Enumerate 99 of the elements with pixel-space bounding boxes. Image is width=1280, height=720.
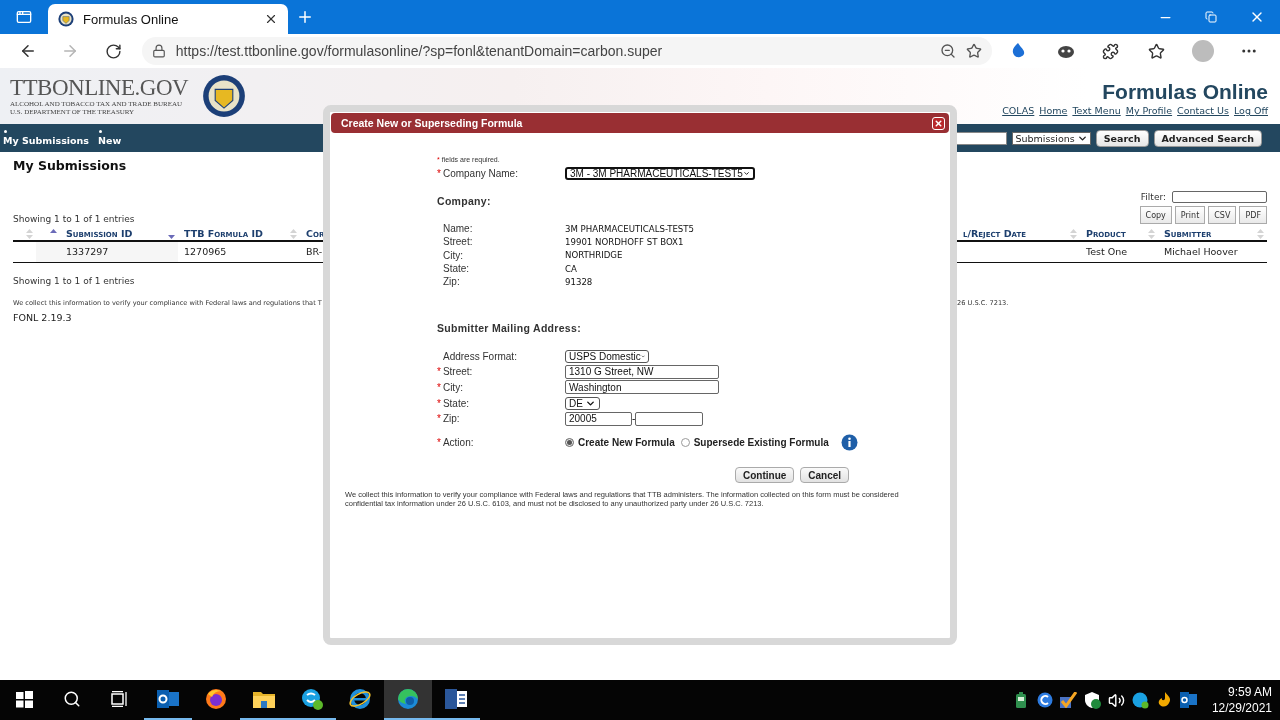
dropdown[interactable]: USPS Domestic xyxy=(565,349,649,363)
dialog-title: Create New or Superseding Formula xyxy=(341,117,523,129)
table-cell xyxy=(13,241,36,262)
clock-time: 9:59 AM xyxy=(1227,684,1272,700)
field-value: 91328 xyxy=(565,276,594,287)
bullet-icon xyxy=(4,130,7,133)
field-label: * City: xyxy=(437,381,464,393)
required-mark: * xyxy=(437,381,441,393)
tab-title: Formulas Online xyxy=(83,11,180,27)
export-button[interactable]: PDF xyxy=(1239,206,1267,224)
filter-label: Filter: xyxy=(1140,192,1166,202)
field-value: 19901 NORDHOFF ST BOX1 xyxy=(565,236,685,247)
filter-field[interactable] xyxy=(1172,191,1267,203)
mail-app-icon[interactable] xyxy=(1179,691,1198,709)
site-title: Formulas Online xyxy=(1102,80,1268,104)
export-button[interactable]: CSV xyxy=(1208,206,1237,224)
header-link[interactable]: COLAS xyxy=(1002,105,1035,116)
seal-icon xyxy=(202,74,247,118)
table-cell: 1337297 xyxy=(60,241,178,262)
field-label: * Action: xyxy=(437,436,475,448)
ie-icon[interactable] xyxy=(348,688,372,710)
required-mark: * xyxy=(437,366,441,378)
field-label: * Street: xyxy=(437,366,474,378)
header-link[interactable]: Home xyxy=(1039,105,1068,116)
address-bar[interactable]: https://test.ttbonline.gov/formulasonline/?sp=fonl&tenantDomain=carbon.super xyxy=(141,37,993,65)
browser-tab[interactable]: Formulas Online xyxy=(48,4,288,34)
search-button[interactable]: Advanced Search xyxy=(1153,129,1262,147)
field-label: Name: xyxy=(442,223,474,235)
radio-button[interactable] xyxy=(680,437,690,447)
firefox-icon[interactable] xyxy=(205,688,227,710)
field-label: * Company Name: xyxy=(437,167,519,179)
export-button[interactable]: Copy xyxy=(1139,206,1172,224)
header-link[interactable]: Contact Us xyxy=(1177,105,1229,116)
export-button[interactable]: Print xyxy=(1174,206,1206,224)
skype-icon[interactable] xyxy=(1131,691,1150,709)
close-icon[interactable] xyxy=(264,12,278,26)
site-logo[interactable]: TTBONLINE.GOV xyxy=(10,76,189,100)
zip-extension-field[interactable] xyxy=(635,411,704,426)
lock-icon xyxy=(151,44,166,58)
close-icon xyxy=(934,118,943,128)
nav-link[interactable]: My Submissions xyxy=(3,135,90,146)
version-label: FONL 2.19.3 xyxy=(13,311,73,323)
input-field[interactable]: 1310 G Street, NW xyxy=(565,364,719,379)
skype-icon[interactable] xyxy=(301,688,323,710)
star-icon[interactable] xyxy=(966,43,983,59)
folder-icon[interactable] xyxy=(253,690,275,708)
word-icon[interactable] xyxy=(445,689,467,709)
field-value: 3M PHARMACEUTICALS-TEST5 xyxy=(565,223,696,234)
dialog-button[interactable]: Cancel xyxy=(800,467,850,484)
edge-icon[interactable] xyxy=(397,688,419,710)
scope-select[interactable]: Submissions xyxy=(1012,131,1091,145)
field-label: Street: xyxy=(442,236,474,248)
radio-option[interactable]: Supersede Existing Formula xyxy=(680,436,829,448)
bullet-icon xyxy=(99,130,103,133)
required-mark: * xyxy=(437,413,441,425)
dropdown[interactable]: DE xyxy=(565,396,600,410)
taskbar-app[interactable] xyxy=(384,680,432,720)
required-mark: * xyxy=(437,167,441,179)
zip-field[interactable]: 20005 xyxy=(565,411,632,426)
input-field[interactable]: Washington xyxy=(565,380,719,395)
table-cell: Test One xyxy=(1080,241,1158,262)
entries-info: Showing 1 to 1 of 1 entries xyxy=(13,275,135,286)
section-heading: Submitter Mailing Address: xyxy=(437,322,582,335)
header-link[interactable]: Text Menu xyxy=(1072,105,1121,116)
checkmark-icon[interactable] xyxy=(1059,691,1078,709)
field-value: NORTHRIDGE xyxy=(565,250,624,261)
clock-date: 12/29/2021 xyxy=(1211,700,1272,716)
zoom-out-icon[interactable] xyxy=(940,43,957,59)
info-icon[interactable] xyxy=(840,433,858,451)
table-cell: 1270965 xyxy=(178,241,300,262)
page-heading: My Submissions xyxy=(13,158,127,173)
field-label: State: xyxy=(442,263,471,275)
required-mark: * xyxy=(437,436,441,448)
field-label: Zip: xyxy=(442,276,461,288)
radio-button[interactable] xyxy=(565,437,574,447)
volume-icon[interactable] xyxy=(1107,691,1126,709)
header-link[interactable]: My Profile xyxy=(1125,105,1173,116)
field-label: City: xyxy=(442,249,464,261)
table-cell: Michael Hoover xyxy=(1158,241,1267,262)
zip-separator: - xyxy=(632,413,636,425)
section-heading: Company: xyxy=(437,195,492,207)
field-label: * State: xyxy=(437,397,471,409)
radio-option[interactable]: Create New Formula xyxy=(565,436,675,448)
close-button[interactable] xyxy=(932,116,945,130)
field-label: * Zip: xyxy=(437,413,461,425)
field-label: Address Format: xyxy=(442,350,518,362)
mail-app-icon[interactable] xyxy=(157,689,179,709)
company-select[interactable]: 3M - 3M PHARMACEUTICALS-TEST5 xyxy=(565,166,755,180)
entries-info: Showing 1 to 1 of 1 entries xyxy=(13,214,135,224)
shield-icon[interactable] xyxy=(1083,691,1102,709)
table-cell xyxy=(36,241,60,262)
nav-link[interactable]: New xyxy=(98,135,122,146)
search-button[interactable]: Search xyxy=(1095,129,1149,147)
required-mark: * xyxy=(437,397,441,409)
dialog-button[interactable]: Continue xyxy=(735,467,795,484)
seal-icon xyxy=(58,11,74,27)
header-link[interactable]: Log Off xyxy=(1234,105,1268,116)
field-value: CA xyxy=(565,263,578,274)
sync-icon[interactable] xyxy=(1035,691,1054,709)
